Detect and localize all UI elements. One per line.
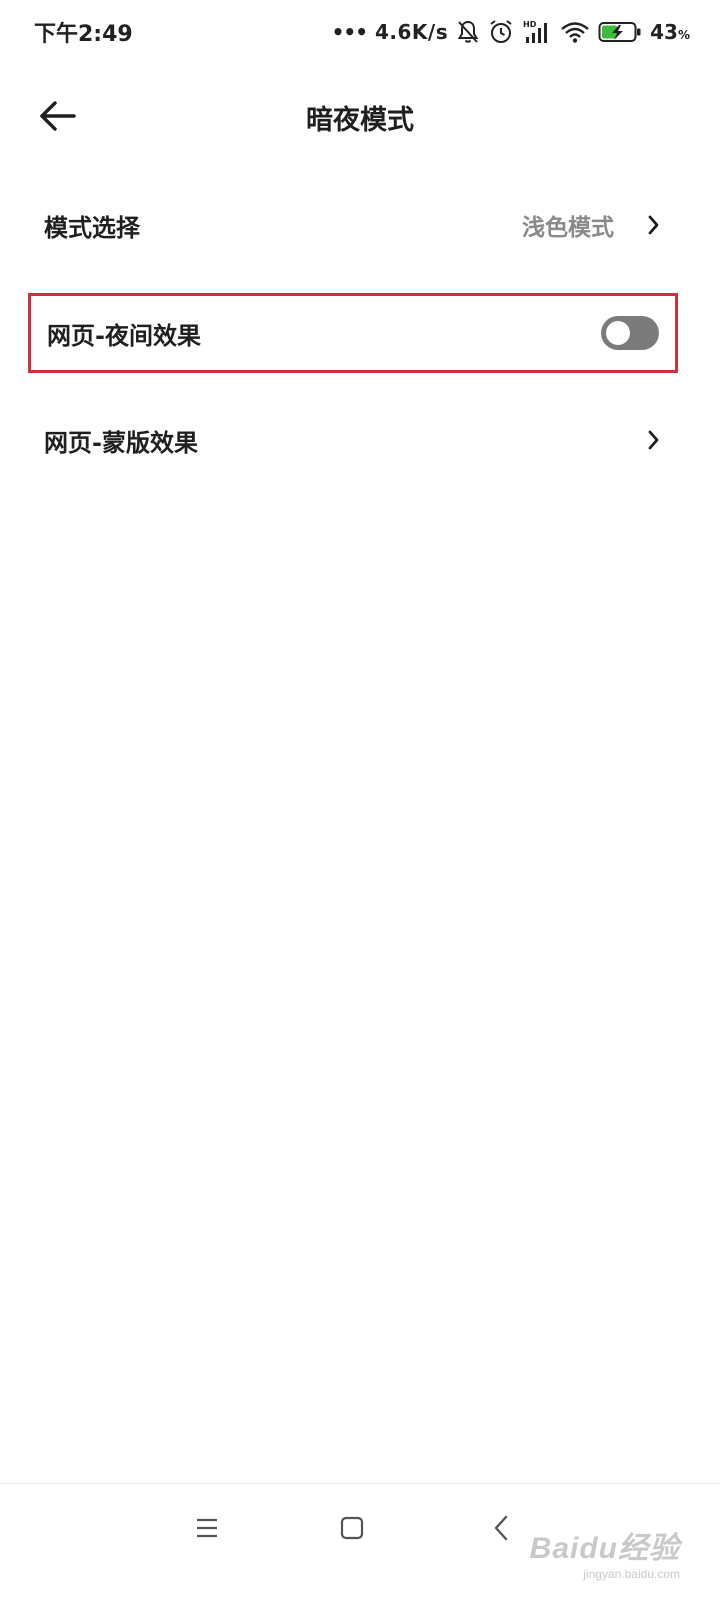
status-icons: ••• 4.6K/s HD 43% [332, 14, 690, 50]
nav-back-button[interactable] [471, 1510, 531, 1550]
chevron-right-icon [646, 429, 660, 451]
web-night-label: 网页-夜间效果 [47, 321, 201, 350]
status-dots: ••• [331, 20, 368, 44]
toggle-knob [606, 321, 630, 345]
battery-percent: 43% [650, 20, 690, 44]
alarm-icon [488, 19, 514, 45]
header: 暗夜模式 [0, 80, 720, 156]
bell-off-icon [456, 19, 480, 45]
web-night-toggle[interactable] [601, 316, 659, 350]
svg-text:HD: HD [523, 20, 537, 29]
wifi-icon [560, 20, 590, 44]
network-speed: 4.6K/s [374, 20, 449, 44]
recent-apps-button[interactable] [177, 1510, 237, 1550]
baidu-watermark: Baidu经验 jingyan.baidu.com [529, 1532, 680, 1581]
setting-row-web-mask[interactable]: 网页-蒙版效果 [28, 400, 678, 480]
web-mask-label: 网页-蒙版效果 [44, 428, 198, 457]
battery-charging-icon [598, 20, 642, 44]
page-title: 暗夜模式 [306, 105, 414, 136]
status-time: 下午2:49 [34, 22, 133, 47]
setting-row-mode-select[interactable]: 模式选择 浅色模式 [28, 185, 678, 265]
home-button[interactable] [322, 1510, 382, 1550]
hd-signal-icon: HD [522, 19, 552, 45]
mode-select-value: 浅色模式 [522, 215, 614, 241]
status-bar: 下午2:49 ••• 4.6K/s HD 43% [0, 0, 720, 64]
chevron-right-icon [646, 214, 660, 236]
navigation-bar: Baidu经验 jingyan.baidu.com [0, 1484, 720, 1600]
back-chevron-icon [493, 1515, 509, 1545]
mode-select-label: 模式选择 [44, 213, 140, 242]
setting-row-web-night: 网页-夜间效果 [28, 293, 678, 373]
menu-icon [195, 1517, 219, 1543]
home-square-icon [340, 1516, 364, 1544]
